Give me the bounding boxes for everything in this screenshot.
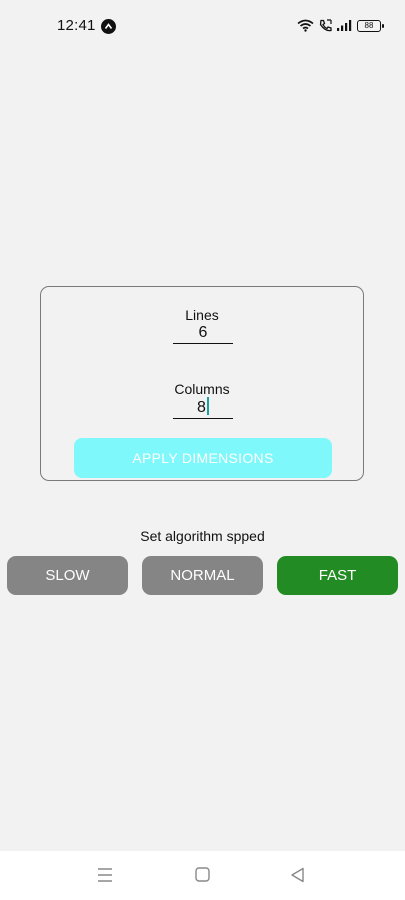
normal-button[interactable]: NORMAL bbox=[142, 556, 263, 595]
lines-value: 6 bbox=[198, 324, 208, 341]
columns-input[interactable]: 8 bbox=[173, 397, 233, 419]
back-icon[interactable] bbox=[290, 867, 305, 883]
home-icon[interactable] bbox=[195, 867, 210, 882]
dimensions-card: Lines 6 Columns 8 APPLY DIMENSIONS bbox=[40, 286, 364, 481]
lines-label: Lines bbox=[185, 307, 219, 323]
columns-label: Columns bbox=[174, 381, 230, 397]
battery-icon: 88 bbox=[357, 20, 384, 32]
status-time: 12:41 bbox=[57, 17, 96, 34]
signal-icon bbox=[337, 20, 352, 31]
columns-value: 8 bbox=[197, 399, 206, 416]
lines-input[interactable]: 6 bbox=[173, 322, 233, 344]
apply-dimensions-button[interactable]: APPLY DIMENSIONS bbox=[74, 438, 332, 478]
text-cursor bbox=[206, 397, 209, 415]
navigation-bar bbox=[0, 851, 405, 900]
call-icon bbox=[319, 19, 332, 32]
slow-button[interactable]: SLOW bbox=[7, 556, 128, 595]
fast-button[interactable]: FAST bbox=[277, 556, 398, 595]
status-bar: 12:41 88 bbox=[0, 0, 405, 52]
wifi-icon bbox=[297, 19, 314, 32]
app-notification-icon bbox=[101, 19, 116, 34]
speed-title: Set algorithm spped bbox=[140, 528, 265, 544]
menu-icon[interactable] bbox=[97, 867, 113, 883]
